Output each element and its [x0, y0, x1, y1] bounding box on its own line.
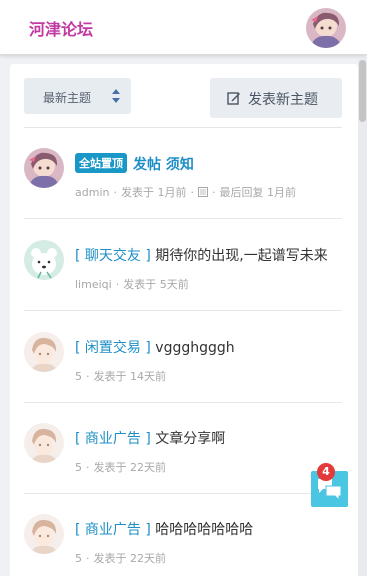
thread-item-pinned[interactable]: 全站置顶 发帖 须知 admin · 发表于 1月前 · · 最后回复 1月前 — [24, 128, 342, 219]
top-navbar: 河津论坛 — [0, 0, 367, 55]
category-tag[interactable]: [ 商业广告 ] — [75, 431, 151, 447]
author-avatar[interactable] — [24, 332, 64, 372]
new-topic-button[interactable]: 发表新主题 — [210, 78, 342, 118]
sort-arrows-icon — [112, 89, 120, 103]
author-name[interactable]: limeiqi — [75, 278, 112, 291]
page-scrollbar[interactable] — [358, 58, 367, 576]
calendar-icon — [197, 187, 208, 197]
thread-title[interactable]: 全站置顶 发帖 须知 — [75, 153, 194, 174]
anime-avatar-icon — [24, 148, 64, 188]
sort-select[interactable]: 最新主题 — [24, 78, 131, 114]
author-name[interactable]: 5 — [75, 461, 82, 474]
thread-item[interactable]: [ 商业广告 ] 文章分享啊 5 · 发表于 22天前 — [24, 403, 342, 494]
thread-meta: limeiqi · 发表于 5天前 — [75, 278, 189, 291]
thread-title-text[interactable]: 哈哈哈哈哈哈哈 — [155, 522, 253, 538]
thread-title-text[interactable]: 发帖 须知 — [133, 157, 194, 173]
post-time: 发表于 14天前 — [93, 370, 167, 383]
site-logo[interactable]: 河津论坛 — [29, 16, 93, 40]
post-time: 发表于 22天前 — [93, 552, 167, 565]
thread-title-text[interactable]: 文章分享啊 — [155, 431, 225, 447]
new-topic-label: 发表新主题 — [248, 92, 318, 108]
sort-select-label: 最新主题 — [43, 91, 92, 105]
category-tag[interactable]: [ 聊天交友 ] — [75, 248, 151, 264]
category-tag[interactable]: [ 商业广告 ] — [75, 522, 151, 538]
author-name[interactable]: 5 — [75, 370, 82, 383]
sketch-avatar-icon — [24, 423, 64, 463]
thread-title[interactable]: [ 闲置交易 ] vggghgggh — [75, 337, 235, 357]
thread-title-text[interactable]: 期待你的出现,一起谱写未来 — [155, 248, 327, 264]
thread-list-card: 最新主题 发表新主题 全站置顶 发帖 须知 admin · 发表于 1月前 · … — [10, 64, 358, 576]
thread-title[interactable]: [ 商业广告 ] 文章分享啊 — [75, 428, 225, 448]
author-avatar[interactable] — [24, 423, 64, 463]
last-reply-time: 最后回复 1月前 — [219, 186, 296, 199]
author-avatar[interactable] — [24, 240, 64, 280]
bear-avatar-icon — [24, 240, 64, 280]
thread-meta: admin · 发表于 1月前 · · 最后回复 1月前 — [75, 186, 296, 199]
sketch-avatar-icon — [24, 514, 64, 554]
user-avatar-anime-icon — [306, 8, 346, 48]
thread-title[interactable]: [ 商业广告 ] 哈哈哈哈哈哈哈 — [75, 519, 253, 539]
thread-meta: 5 · 发表于 22天前 — [75, 552, 167, 565]
author-avatar[interactable] — [24, 514, 64, 554]
thread-title[interactable]: [ 聊天交友 ] 期待你的出现,一起谱写未来 — [75, 245, 328, 265]
thread-item[interactable]: [ 商业广告 ] 哈哈哈哈哈哈哈 5 · 发表于 22天前 — [24, 494, 342, 576]
author-name[interactable]: 5 — [75, 552, 82, 565]
chat-unread-badge: 4 — [317, 463, 335, 481]
thread-meta: 5 · 发表于 14天前 — [75, 370, 167, 383]
scrollbar-thumb[interactable] — [359, 60, 366, 122]
thread-title-text[interactable]: vggghgggh — [155, 340, 234, 356]
edit-icon — [227, 92, 240, 105]
thread-item[interactable]: [ 聊天交友 ] 期待你的出现,一起谱写未来 limeiqi · 发表于 5天前 — [24, 220, 342, 311]
thread-item[interactable]: [ 闲置交易 ] vggghgggh 5 · 发表于 14天前 — [24, 312, 342, 403]
pinned-badge: 全站置顶 — [75, 153, 127, 173]
post-time: 发表于 1月前 — [120, 186, 187, 199]
post-time: 发表于 5天前 — [123, 278, 189, 291]
user-avatar[interactable] — [306, 8, 346, 48]
post-time: 发表于 22天前 — [93, 461, 167, 474]
category-tag[interactable]: [ 闲置交易 ] — [75, 340, 151, 356]
author-avatar[interactable] — [24, 148, 64, 188]
sketch-avatar-icon — [24, 332, 64, 372]
author-name[interactable]: admin — [75, 186, 109, 199]
chat-bubbles-icon — [318, 479, 342, 500]
thread-meta: 5 · 发表于 22天前 — [75, 461, 167, 474]
